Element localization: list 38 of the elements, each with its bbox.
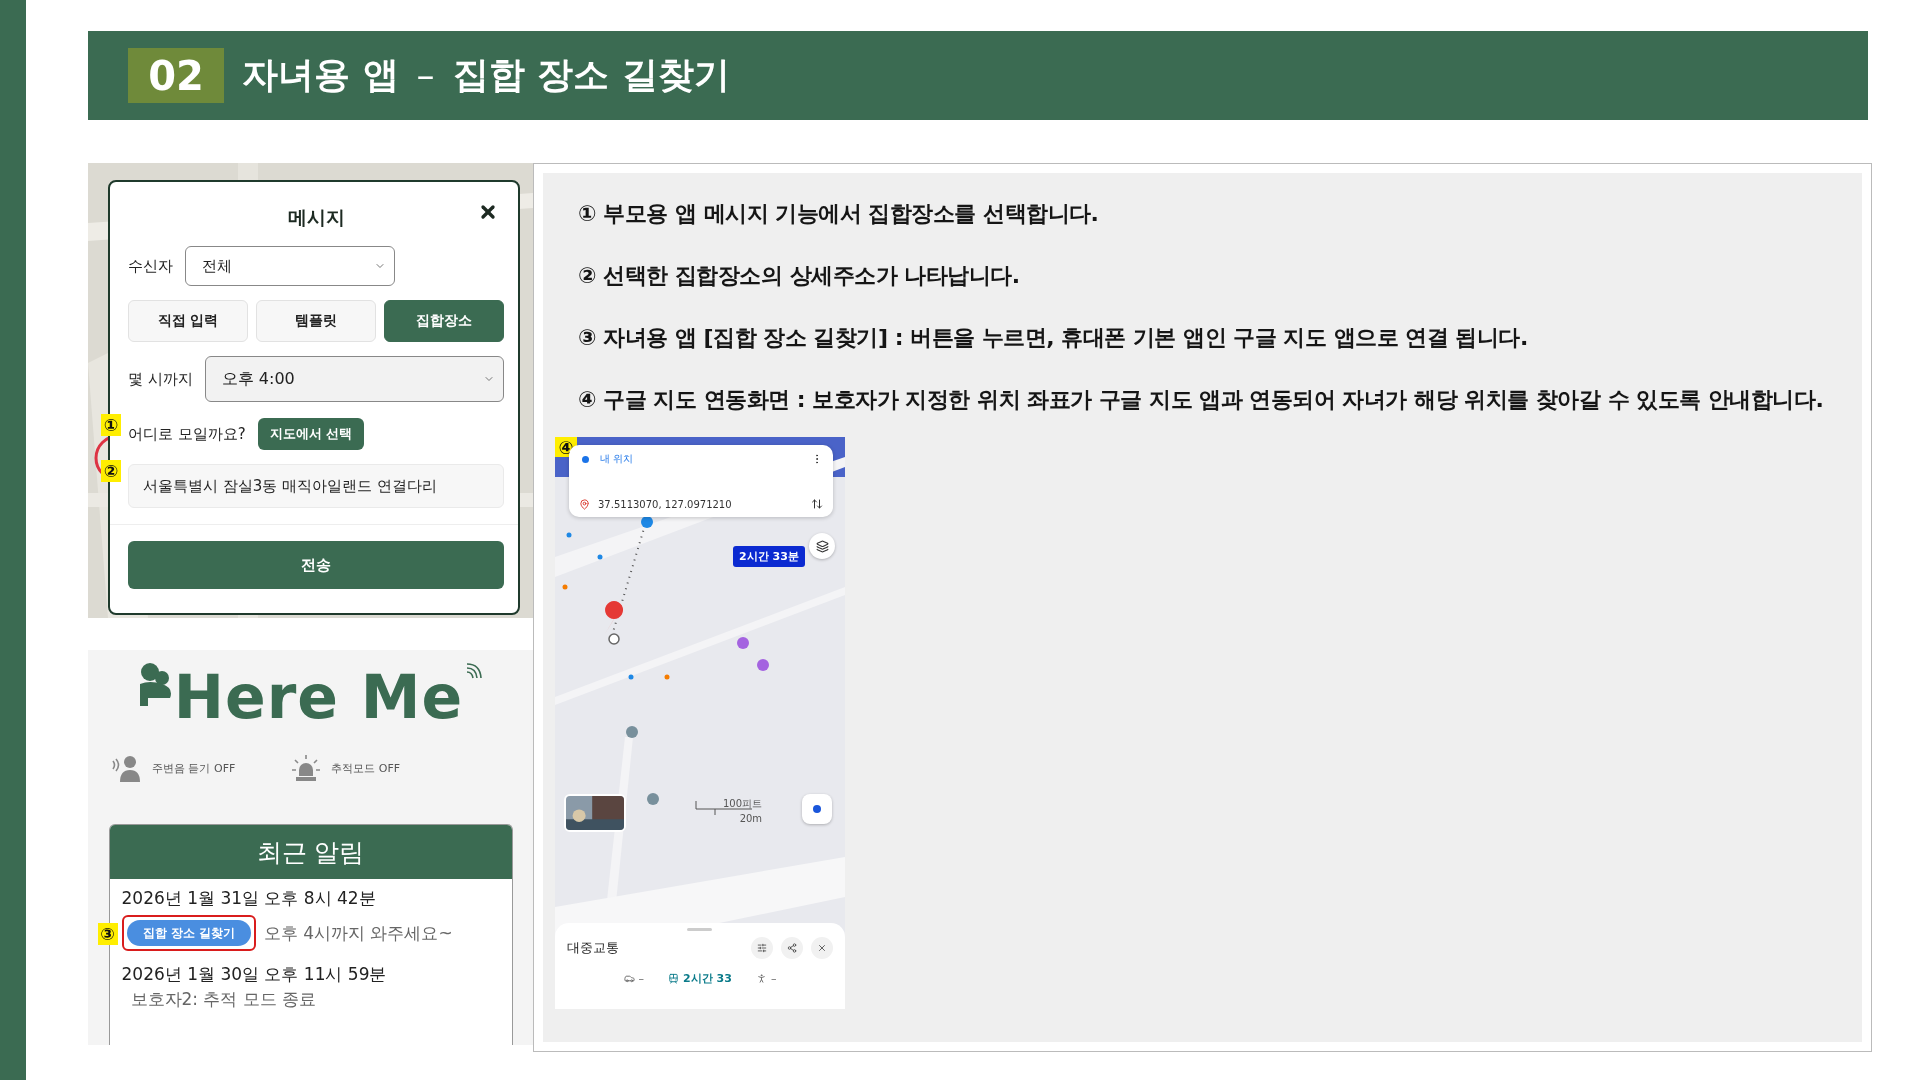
alert-time: 2026년 1월 30일 오후 11시 59분 (121, 963, 388, 986)
recipient-dropdown[interactable]: 전체 (185, 246, 395, 286)
close-icon (478, 202, 498, 222)
recipient-label: 수신자 (128, 256, 173, 276)
listening-person-icon (110, 754, 142, 782)
app-logo: Here Me (173, 662, 464, 732)
section-subtitle: 집합 장소 길찾기 (452, 53, 730, 97)
title-separator: – (416, 55, 435, 96)
alert-message: 오후 4시까지 와주세요~ (263, 921, 453, 945)
message-type-tab[interactable]: 템플릿 (256, 300, 376, 342)
siren-icon (291, 754, 322, 782)
alert-time: 2026년 1월 31일 오후 8시 42분 (121, 887, 377, 910)
section-title: 자녀용 앱 (242, 53, 399, 97)
annotation-marker: ③ (97, 923, 118, 945)
status-label: 추적모드 OFF (331, 760, 401, 776)
annotation-marker: ② (101, 460, 121, 482)
step-text: ④ 구글 지도 연동화면 : 보호자가 지정한 위치 좌표가 구글 지도 앱과 연동되어 자녀가 해당 위치를 찾아갈 수 있도록 안내합니다. (578, 386, 1825, 414)
time-label: 몇 시까지 (128, 369, 193, 389)
step-text: ① 부모용 앱 메시지 기능에서 집합장소를 선택합니다. (578, 200, 1100, 228)
status-label: 주변음 듣기 OFF (152, 760, 236, 776)
section-number: 02 (128, 48, 224, 103)
signal-waves-icon (465, 662, 484, 680)
select-on-map-button[interactable]: 지도에서 선택 (257, 418, 365, 450)
step-text: ② 선택한 집합장소의 상세주소가 나타납니다. (578, 262, 1021, 290)
hugging-figures-icon (137, 662, 172, 706)
message-type-tab[interactable]: 직접 입력 (128, 300, 248, 342)
alert-message: 보호자2: 추적 모드 종료 (129, 988, 318, 1011)
message-type-tab[interactable]: 집합장소 (384, 300, 504, 342)
annotation-marker: ① (101, 414, 121, 436)
send-button[interactable]: 전송 (128, 541, 504, 589)
address-field[interactable]: 서울특별시 잠실3동 매직아일랜드 연결다리 (128, 464, 504, 508)
place-question: 어디로 모일까요? (128, 424, 246, 444)
step-text: ③ 자녀용 앱 [집합 장소 길찾기] : 버튼을 누르면, 휴대폰 기본 앱인 구글 지도 앱으로 연결 됩니다. (578, 324, 1529, 352)
dialog-title: 메시지 (287, 205, 345, 230)
alerts-title: 최근 알림 (109, 825, 512, 879)
directions-button[interactable]: 집합 장소 길찾기 (126, 920, 251, 946)
time-dropdown[interactable]: 오후 4:00 (204, 356, 504, 402)
close-button[interactable] (478, 202, 498, 222)
